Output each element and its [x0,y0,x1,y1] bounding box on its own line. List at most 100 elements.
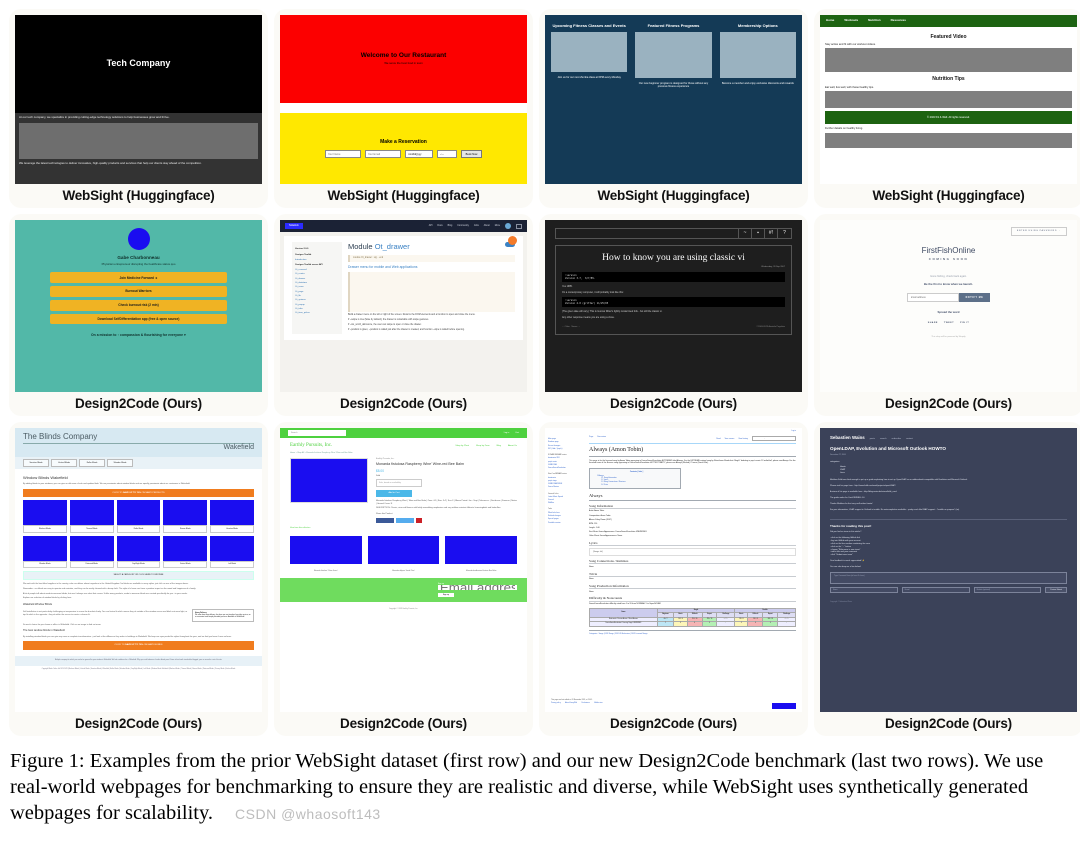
sidebar-item[interactable]: Ot_datetime [295,282,339,285]
wains-site-name[interactable]: Sebastien Wains [830,435,865,441]
login-link[interactable]: Log in [504,432,509,435]
search-input[interactable]: Search [288,430,346,436]
sidebar-item[interactable]: Ot_time_picker [295,312,339,315]
gabe-link-button-3[interactable]: Check burnout risk (2 min) [49,299,228,311]
nav-shop-by-plant[interactable]: Shop by Plant [455,445,469,448]
sidebar-ddrsolo[interactable]: GITADORA/DRUM [548,483,586,485]
square-icon[interactable]: ▪ [752,229,765,238]
tab-roller[interactable]: Roller Blinds [79,458,105,468]
nav-item-resources[interactable]: Resources [891,18,906,23]
preview-submit-button[interactable]: Preview Submit [1045,586,1067,594]
otdrawer-logo[interactable]: Sidekick [285,223,303,229]
sidebar-discord[interactable]: Discord [548,499,586,501]
category-item[interactable]: Linux [840,472,1067,475]
tab-venetian[interactable]: Venetian Blinds [23,458,49,468]
reservation-name-input[interactable] [324,150,361,159]
nav-shop-by-zone[interactable]: Shop by Zone [476,445,490,448]
product-tile[interactable]: Roller Blinds [116,500,161,533]
tweet-button[interactable]: TWEET [944,322,954,325]
sidebar-irc[interactable]: IRC (#ddr / #pop'n) [548,448,586,450]
vi-search-input[interactable] [556,229,739,238]
sidebar-jubeat[interactable]: GITADORA [548,464,586,466]
nav-item-about[interactable]: About [484,225,490,228]
product-main-image[interactable] [290,457,368,503]
footer-about[interactable]: About FancyWiki [565,703,577,704]
add-to-cart-button[interactable]: Add to Cart [376,489,412,498]
sidebar-item[interactable]: Ot_spinner [295,299,339,302]
tab-view-history[interactable]: View history [738,438,748,440]
nav-blog[interactable]: Blog [497,445,501,448]
product-tile[interactable]: Roman Blinds [163,500,208,533]
newsletter-email-input[interactable] [437,585,517,591]
availability-select[interactable]: Sale, based on availability [376,479,422,487]
notify-me-button[interactable]: NOTIFY ME [958,293,991,303]
tilde-icon[interactable]: ~ [739,229,752,238]
product-tile[interactable]: Patterned Blinds [69,535,114,568]
category-item[interactable]: Howto [840,466,1067,469]
product-tile[interactable]: Blackout Blinds [23,500,67,533]
nav-item-jobs[interactable]: Jobs [474,225,479,228]
sidebar-item[interactable]: Ot_icons [295,286,339,289]
product-tile[interactable]: Loft Blinds [210,535,254,568]
tab-discussion[interactable]: Discussion [597,436,606,441]
pinterest-share-button[interactable] [416,518,422,524]
tab-vertical[interactable]: Vertical Blinds [51,458,77,468]
help-icon[interactable]: ? [778,229,791,238]
sidebar-recent-changes[interactable]: Recent changes [548,445,586,447]
nav-item-more[interactable]: More [495,225,500,228]
product-tile[interactable]: Day/Night Blinds [116,535,161,568]
product-tile[interactable]: Thermal Blinds [69,500,114,533]
reservation-date-input[interactable] [404,150,433,159]
sidebar-related-changes[interactable]: Related changes [548,515,586,517]
sidebar-what-links-here[interactable]: What links here [548,512,586,514]
shebang-icon[interactable]: #! [765,229,778,238]
nav-item-api[interactable]: API [429,225,433,228]
nav-item-home[interactable]: Home [826,18,834,23]
tab-page[interactable]: Page [589,436,593,441]
wiki-categories[interactable]: Categories : Songs | DDR Songs | DDR US … [589,629,796,635]
sidebar-popn[interactable]: pop'n music [548,461,586,463]
product-tile[interactable]: Venetian Blinds [210,500,254,533]
footer-disclaimers[interactable]: Disclaimers [582,703,590,704]
sidebar-item[interactable]: Ot_carousel [295,269,339,272]
enter-password-button[interactable]: ENTER USING PASSWORD → [1010,227,1067,236]
gabe-link-button-2[interactable]: Burnout Warriors [49,286,228,297]
pinit-button[interactable]: PIN IT [960,322,969,325]
newsletter-signup-button[interactable]: Sign up [437,593,454,598]
vi-prev-link[interactable]: ← Older Newer → [562,326,580,329]
website-field[interactable]: Website (optional) [973,587,1042,594]
sidebar-item[interactable]: Ot_tabs [295,308,339,311]
facebook-share-button[interactable] [376,518,394,524]
nav-search[interactable]: search [880,438,887,441]
share-button[interactable]: SHARE [928,322,938,325]
reservation-email-input[interactable] [364,150,401,159]
sidebar-item[interactable]: Ot_center [295,273,339,276]
tab-read[interactable]: Read [716,438,720,440]
sidebar-popnstage[interactable]: pop'n stage [548,480,586,482]
toc-item[interactable]: 1.4 Trivia [601,484,676,486]
nav-contact[interactable]: contact [906,438,913,441]
related-product-image[interactable] [290,535,362,564]
related-product-image[interactable] [367,535,440,564]
sidebar-random-page[interactable]: Random page [548,441,586,443]
sidebar-main-page[interactable]: Main page [548,438,586,440]
nav-item-blog[interactable]: Blog [448,225,453,228]
sidebar-item[interactable]: Ot_popup [295,304,339,307]
sidebar-wikibox[interactable]: WikiBox [548,502,586,504]
footer-mobile-view[interactable]: Mobile view [594,703,602,704]
product-tile[interactable]: Vertical Blinds [163,535,208,568]
nav-item-nutrition[interactable]: Nutrition [868,18,881,23]
blinds-category-select-bar[interactable]: SELECT A CATEGORY OR CLICK HERE TO BROWS… [23,570,254,581]
tab-wooden[interactable]: Wooden Blinds [107,458,133,468]
nav-item-community[interactable]: Community [457,225,469,228]
nav-item-workouts[interactable]: Workouts [844,18,858,23]
sidebar-item-introduction[interactable]: Introduction [295,259,339,262]
reservation-time-input[interactable] [436,150,457,159]
blinds-cta-top[interactable]: CLICK TO SAVE UP TO 70% ON MANY PRODUCTS [23,488,254,498]
nav-about-us[interactable]: About Us [508,445,517,448]
sidebar-item[interactable]: Ot_lib [295,295,339,298]
blinds-cta-bottom[interactable]: CLICK TO SAVE UP TO 70% ON MANY BLINDS [23,641,254,650]
email-field[interactable]: E-mail [901,587,970,594]
login-link[interactable]: Log in [791,430,796,432]
sidebar-ddr2[interactable]: DanceDanceRevolution [548,467,586,469]
